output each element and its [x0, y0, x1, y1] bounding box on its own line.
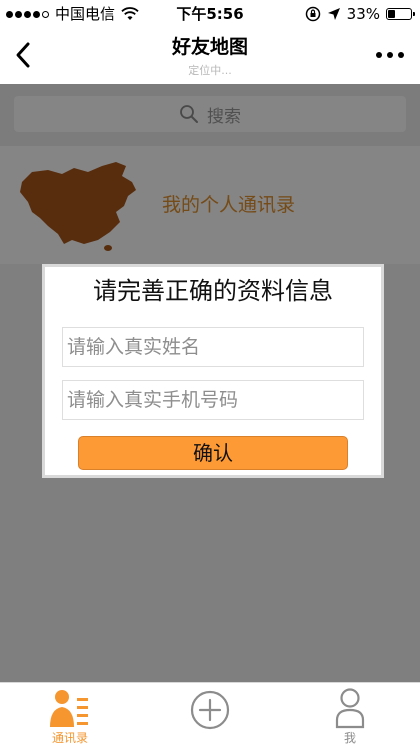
- location-status: 定位中...: [188, 64, 232, 77]
- contacts-icon: [50, 690, 88, 727]
- battery-percent: 33%: [346, 5, 380, 23]
- rotation-lock-icon: [305, 6, 320, 22]
- tab-me[interactable]: 我: [320, 683, 380, 746]
- more-dot: [398, 52, 404, 58]
- confirm-button[interactable]: 确认: [78, 436, 348, 470]
- nav-bar: 好友地图 定位中...: [0, 28, 420, 84]
- real-name-input[interactable]: [62, 327, 364, 367]
- tab-bar: 通讯录 我: [0, 682, 420, 746]
- dialog-title: 请完善正确的资料信息: [93, 277, 333, 305]
- status-right: 33%: [305, 0, 415, 28]
- more-dot: [387, 52, 393, 58]
- add-circle-icon: [190, 690, 230, 730]
- location-arrow-icon: [327, 8, 340, 20]
- page-title: 好友地图: [171, 36, 248, 58]
- battery-icon: [386, 8, 415, 20]
- person-icon: [335, 688, 365, 729]
- more-dot: [376, 52, 382, 58]
- status-bar: 中国电信 下午5:56 33%: [0, 0, 420, 28]
- tab-contacts[interactable]: 通讯录: [40, 683, 100, 746]
- battery-level: [388, 10, 396, 18]
- phone-number-input[interactable]: [62, 380, 364, 420]
- tab-contacts-label: 通讯录: [51, 731, 88, 745]
- profile-dialog: 请完善正确的资料信息 确认: [42, 264, 384, 478]
- more-button[interactable]: [376, 52, 404, 58]
- tab-add[interactable]: [180, 683, 240, 746]
- tab-me-label: 我: [343, 731, 356, 745]
